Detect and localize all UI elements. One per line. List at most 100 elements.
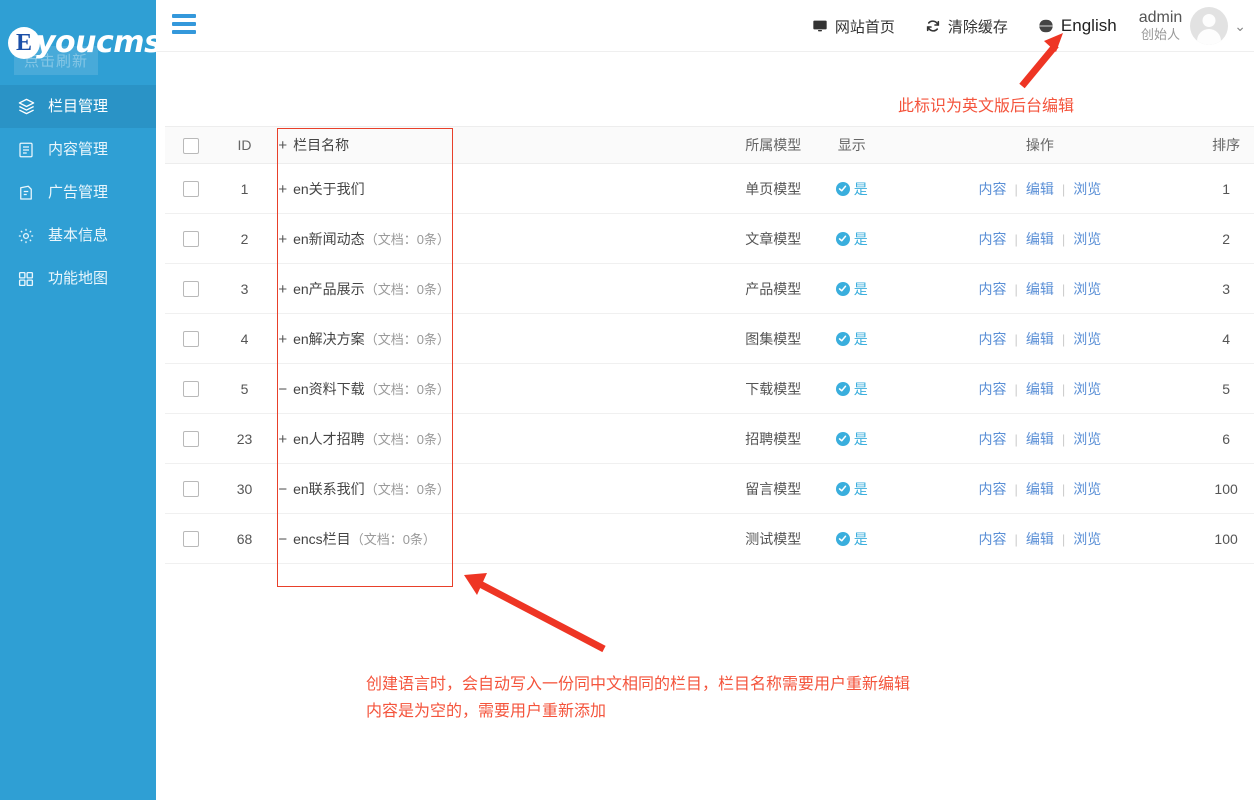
status-badge[interactable]: 是	[836, 429, 868, 449]
row-checkbox[interactable]	[183, 381, 199, 397]
header-actions: 网站首页 清除缓存 E	[812, 0, 1246, 52]
row-expand-toggle[interactable]: −	[278, 381, 287, 398]
row-column-name[interactable]: en关于我们	[293, 181, 365, 197]
op-view-link[interactable]: 浏览	[1073, 381, 1101, 397]
status-label: 是	[854, 229, 868, 249]
row-checkbox[interactable]	[183, 281, 199, 297]
row-sort[interactable]: 2	[1198, 214, 1254, 264]
row-id: 3	[217, 264, 273, 314]
row-expand-toggle[interactable]: +	[278, 331, 287, 348]
row-column-name[interactable]: en新闻动态	[293, 231, 365, 247]
op-view-link[interactable]: 浏览	[1073, 231, 1101, 247]
row-expand-toggle[interactable]: +	[278, 181, 287, 198]
row-expand-toggle[interactable]: +	[278, 431, 287, 448]
status-badge[interactable]: 是	[836, 179, 868, 199]
op-edit-link[interactable]: 编辑	[1026, 381, 1054, 397]
select-all-checkbox[interactable]	[183, 138, 199, 154]
op-edit-link[interactable]: 编辑	[1026, 331, 1054, 347]
sidebar-item-label: 广告管理	[48, 185, 108, 200]
sidebar-item-ads[interactable]: 广告管理	[0, 171, 156, 214]
sidebar-item-feature-map[interactable]: 功能地图	[0, 257, 156, 300]
column-header-show[interactable]: 显示	[822, 127, 882, 164]
row-sort[interactable]: 1	[1198, 164, 1254, 214]
row-checkbox[interactable]	[183, 431, 199, 447]
op-content-link[interactable]: 内容	[979, 381, 1007, 397]
sidebar-item-basic-info[interactable]: 基本信息	[0, 214, 156, 257]
row-sort[interactable]: 3	[1198, 264, 1254, 314]
row-expand-toggle[interactable]: +	[278, 281, 287, 298]
language-switch-link[interactable]: English	[1038, 16, 1117, 36]
op-content-link[interactable]: 内容	[979, 331, 1007, 347]
row-expand-toggle[interactable]: +	[278, 231, 287, 248]
status-badge[interactable]: 是	[836, 479, 868, 499]
row-column-name[interactable]: en资料下载	[293, 381, 365, 397]
row-expand-toggle[interactable]: −	[278, 481, 287, 498]
row-spacer	[456, 364, 725, 414]
status-label: 是	[854, 379, 868, 399]
row-sort[interactable]: 4	[1198, 314, 1254, 364]
avatar[interactable]	[1190, 7, 1228, 45]
row-column-name[interactable]: en解决方案	[293, 331, 365, 347]
status-badge[interactable]: 是	[836, 379, 868, 399]
column-header-sort[interactable]: 排序	[1198, 127, 1254, 164]
row-checkbox[interactable]	[183, 231, 199, 247]
logo-area[interactable]: E youcms 点击刷新	[0, 0, 156, 85]
row-column-name[interactable]: en人才招聘	[293, 431, 365, 447]
op-content-link[interactable]: 内容	[979, 181, 1007, 197]
column-header-name[interactable]: +栏目名称	[272, 127, 456, 164]
op-edit-link[interactable]: 编辑	[1026, 181, 1054, 197]
row-column-name[interactable]: encs栏目	[293, 531, 351, 547]
column-header-id[interactable]: ID	[217, 127, 273, 164]
chevron-down-icon[interactable]: ⌄	[1234, 18, 1246, 35]
op-separator: |	[1062, 232, 1065, 247]
status-badge[interactable]: 是	[836, 229, 868, 249]
op-content-link[interactable]: 内容	[979, 431, 1007, 447]
user-menu[interactable]: admin 创始人 ⌄	[1139, 7, 1246, 45]
hamburger-icon[interactable]	[172, 14, 196, 34]
row-name-cell: +en人才招聘（文档：0条）	[272, 414, 456, 464]
row-model: 产品模型	[725, 264, 822, 314]
op-edit-link[interactable]: 编辑	[1026, 281, 1054, 297]
op-content-link[interactable]: 内容	[979, 281, 1007, 297]
row-sort[interactable]: 100	[1198, 514, 1254, 564]
row-checkbox[interactable]	[183, 181, 199, 197]
row-sort[interactable]: 5	[1198, 364, 1254, 414]
site-home-link[interactable]: 网站首页	[812, 16, 895, 37]
user-role: 创始人	[1139, 28, 1183, 43]
op-content-link[interactable]: 内容	[979, 481, 1007, 497]
sidebar-item-content[interactable]: 内容管理	[0, 128, 156, 171]
row-sort[interactable]: 6	[1198, 414, 1254, 464]
row-checkbox[interactable]	[183, 531, 199, 547]
op-content-link[interactable]: 内容	[979, 231, 1007, 247]
sidebar-item-columns[interactable]: 栏目管理	[0, 85, 156, 128]
status-label: 是	[854, 529, 868, 549]
status-badge[interactable]: 是	[836, 529, 868, 549]
op-view-link[interactable]: 浏览	[1073, 181, 1101, 197]
row-column-name[interactable]: en联系我们	[293, 481, 365, 497]
clear-cache-link[interactable]: 清除缓存	[925, 16, 1008, 37]
row-doc-count: （文档：0条）	[365, 332, 450, 347]
op-content-link[interactable]: 内容	[979, 531, 1007, 547]
op-view-link[interactable]: 浏览	[1073, 281, 1101, 297]
status-badge[interactable]: 是	[836, 329, 868, 349]
op-edit-link[interactable]: 编辑	[1026, 481, 1054, 497]
status-badge[interactable]: 是	[836, 279, 868, 299]
op-view-link[interactable]: 浏览	[1073, 531, 1101, 547]
op-edit-link[interactable]: 编辑	[1026, 231, 1054, 247]
row-checkbox[interactable]	[183, 331, 199, 347]
row-sort[interactable]: 100	[1198, 464, 1254, 514]
op-view-link[interactable]: 浏览	[1073, 431, 1101, 447]
expand-all-toggle[interactable]: +	[278, 137, 287, 154]
row-column-name[interactable]: en产品展示	[293, 281, 365, 297]
row-checkbox[interactable]	[183, 481, 199, 497]
row-id: 4	[217, 314, 273, 364]
op-edit-link[interactable]: 编辑	[1026, 431, 1054, 447]
row-expand-toggle[interactable]: −	[278, 531, 287, 548]
table-body: 1+en关于我们单页模型是内容|编辑|浏览12+en新闻动态（文档：0条）文章模…	[165, 164, 1254, 564]
op-edit-link[interactable]: 编辑	[1026, 531, 1054, 547]
op-separator: |	[1062, 382, 1065, 397]
op-view-link[interactable]: 浏览	[1073, 481, 1101, 497]
op-view-link[interactable]: 浏览	[1073, 331, 1101, 347]
brand-logo[interactable]: E youcms	[8, 25, 161, 60]
column-header-model[interactable]: 所属模型	[725, 127, 822, 164]
